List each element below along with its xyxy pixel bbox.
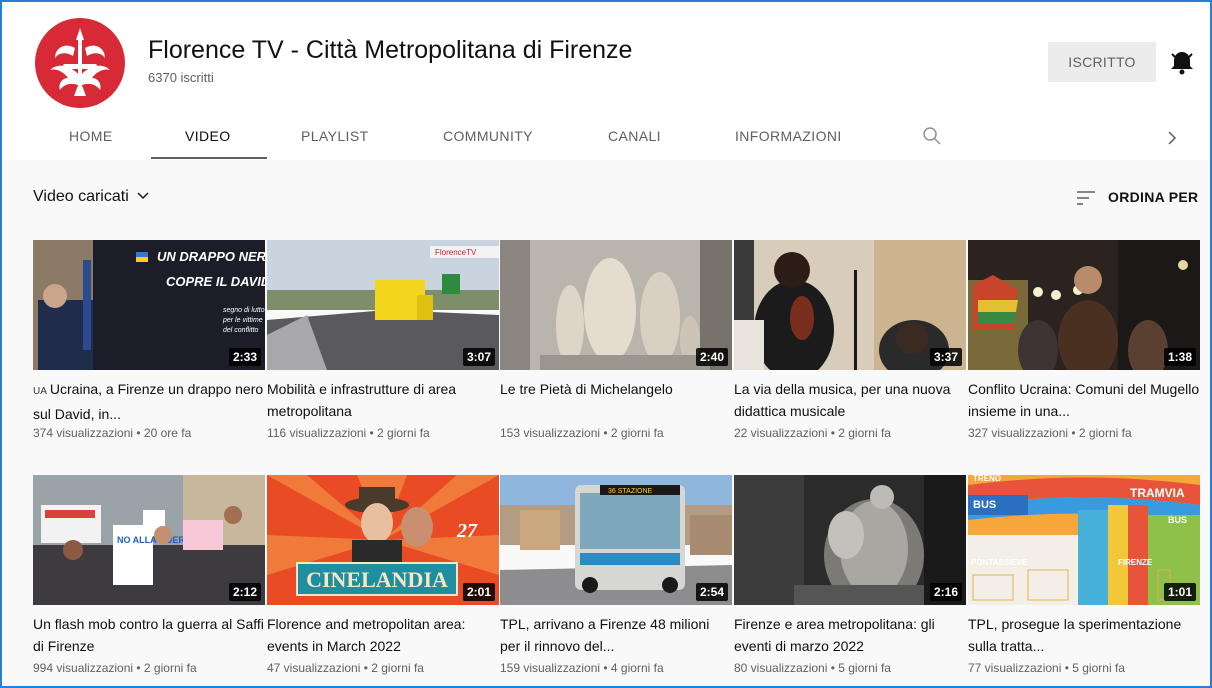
chevron-right-icon[interactable] bbox=[1164, 129, 1180, 147]
video-title[interactable]: Un flash mob contro la guerra al Saffi d… bbox=[33, 613, 265, 657]
thumb-text: COPRE IL DAVID bbox=[166, 274, 265, 289]
video-meta: 47 visualizzazioni • 2 giorni fa bbox=[267, 661, 424, 675]
video-title[interactable]: TPL, prosegue la sperimentazione sulla t… bbox=[968, 613, 1200, 657]
video-duration: 2:40 bbox=[695, 348, 728, 366]
thumb-text: PONTASSIEVE bbox=[971, 558, 1028, 567]
thumb-text: 36 STAZIONE bbox=[608, 488, 653, 495]
video-card[interactable]: UN DRAPPO NERO COPRE IL DAVID segno di l… bbox=[33, 240, 265, 440]
video-meta: 80 visualizzazioni • 5 giorni fa bbox=[734, 661, 891, 675]
tab-playlist[interactable]: PLAYLIST bbox=[301, 128, 369, 144]
tab-canali[interactable]: CANALI bbox=[608, 128, 661, 144]
active-tab-indicator bbox=[151, 157, 267, 159]
video-title[interactable]: Mobilità e infrastrutture di area metrop… bbox=[267, 378, 499, 422]
thumb-text: TRENO bbox=[973, 475, 1001, 483]
video-card[interactable]: CINELANDIA 27 2:01 Florence and metropol… bbox=[267, 475, 499, 675]
video-meta: 116 visualizzazioni • 2 giorni fa bbox=[267, 426, 430, 440]
thumb-text: CINELANDIA bbox=[306, 567, 448, 592]
video-duration: 2:16 bbox=[929, 583, 962, 601]
video-thumbnail[interactable]: 36 STAZIONE 2:54 bbox=[500, 475, 732, 605]
video-thumbnail[interactable]: 2:40 bbox=[500, 240, 732, 370]
tab-informazioni[interactable]: INFORMAZIONI bbox=[735, 128, 842, 144]
channel-title[interactable]: Florence TV - Città Metropolitana di Fir… bbox=[148, 36, 632, 65]
sort-icon bbox=[1077, 191, 1095, 205]
video-duration: 1:01 bbox=[1163, 583, 1196, 601]
video-title[interactable]: Conflito Ucraina: Comuni del Mugello ins… bbox=[968, 378, 1200, 422]
video-thumbnail[interactable]: TRENO BUS TRAMVIA BUS PONTASSIEVE FIRENZ… bbox=[968, 475, 1200, 605]
video-title[interactable]: Le tre Pietà di Michelangelo bbox=[500, 378, 732, 422]
video-meta: 994 visualizzazioni • 2 giorni fa bbox=[33, 661, 197, 675]
video-thumbnail[interactable]: 2:16 bbox=[734, 475, 966, 605]
video-card[interactable]: TRENO BUS TRAMVIA BUS PONTASSIEVE FIRENZ… bbox=[968, 475, 1200, 675]
video-thumbnail[interactable]: 1:38 bbox=[968, 240, 1200, 370]
search-icon[interactable] bbox=[922, 126, 942, 146]
thumb-text: FIRENZE bbox=[1118, 558, 1153, 567]
video-thumbnail[interactable]: NO ALLA GUERRA 2:12 bbox=[33, 475, 265, 605]
video-meta: 374 visualizzazioni • 20 ore fa bbox=[33, 426, 192, 440]
channel-avatar[interactable] bbox=[35, 18, 125, 108]
sort-label: ORDINA PER bbox=[1108, 189, 1199, 205]
video-thumbnail[interactable]: UN DRAPPO NERO COPRE IL DAVID segno di l… bbox=[33, 240, 265, 370]
video-title[interactable]: Florence and metropolitan area: events i… bbox=[267, 613, 499, 657]
video-title[interactable]: UA Ucraina, a Firenze un drappo nero sul … bbox=[33, 378, 265, 422]
chevron-down-icon bbox=[137, 192, 149, 199]
video-duration: 1:38 bbox=[1163, 348, 1196, 366]
video-title[interactable]: Firenze e area metropolitana: gli eventi… bbox=[734, 613, 966, 657]
video-thumbnail[interactable]: 3:37 bbox=[734, 240, 966, 370]
video-thumbnail[interactable]: FlorenceTV 3:07 bbox=[267, 240, 499, 370]
video-meta: 77 visualizzazioni • 5 giorni fa bbox=[968, 661, 1125, 675]
video-card[interactable]: FlorenceTV 3:07 Mobilità e infrastruttur… bbox=[267, 240, 499, 440]
thumb-text: segno di lutto bbox=[223, 307, 265, 314]
thumb-text: BUS bbox=[973, 499, 996, 511]
tab-home[interactable]: HOME bbox=[69, 128, 113, 144]
tab-video[interactable]: VIDEO bbox=[185, 128, 231, 144]
video-duration: 2:01 bbox=[462, 583, 495, 601]
thumb-logo-text: FlorenceTV bbox=[435, 248, 477, 257]
florence-lily-icon bbox=[50, 28, 110, 96]
video-title[interactable]: TPL, arrivano a Firenze 48 milioni per i… bbox=[500, 613, 732, 657]
uploaded-videos-dropdown[interactable]: Video caricati bbox=[33, 188, 150, 206]
video-title[interactable]: La via della musica, per una nuova didat… bbox=[734, 378, 966, 422]
subscribed-button[interactable]: ISCRITTO bbox=[1048, 42, 1156, 82]
notification-bell-icon[interactable] bbox=[1168, 48, 1196, 76]
video-card[interactable]: 36 STAZIONE 2:54 TPL, arrivano a Firenze… bbox=[500, 475, 732, 675]
video-card[interactable]: 2:40 Le tre Pietà di Michelangelo 153 vi… bbox=[500, 240, 732, 440]
video-meta: 22 visualizzazioni • 2 giorni fa bbox=[734, 426, 891, 440]
video-tag: UA bbox=[33, 386, 47, 397]
video-duration: 2:54 bbox=[695, 583, 728, 601]
video-duration: 3:37 bbox=[929, 348, 962, 366]
thumb-text: per le vittime bbox=[222, 317, 263, 324]
video-meta: 327 visualizzazioni • 2 giorni fa bbox=[968, 426, 1132, 440]
video-meta: 153 visualizzazioni • 2 giorni fa bbox=[500, 426, 664, 440]
thumb-text: del conflitto bbox=[223, 327, 259, 334]
video-card[interactable]: 3:37 La via della musica, per una nuova … bbox=[734, 240, 966, 440]
video-card[interactable]: 2:16 Firenze e area metropolitana: gli e… bbox=[734, 475, 966, 675]
video-meta: 159 visualizzazioni • 4 giorni fa bbox=[500, 661, 664, 675]
subscriber-count: 6370 iscritti bbox=[148, 70, 214, 85]
tab-community[interactable]: COMMUNITY bbox=[443, 128, 533, 144]
video-thumbnail[interactable]: CINELANDIA 27 2:01 bbox=[267, 475, 499, 605]
video-card[interactable]: 1:38 Conflito Ucraina: Comuni del Mugell… bbox=[968, 240, 1200, 440]
channel-header: Florence TV - Città Metropolitana di Fir… bbox=[2, 2, 1210, 160]
thumb-text: TRAMVIA bbox=[1130, 486, 1185, 500]
video-card[interactable]: NO ALLA GUERRA 2:12 Un flash mob contro … bbox=[33, 475, 265, 675]
thumb-text: UN DRAPPO NERO bbox=[157, 249, 265, 264]
channel-tabs: HOME VIDEO PLAYLIST COMMUNITY CANALI INF… bbox=[2, 116, 1210, 160]
video-duration: 2:12 bbox=[228, 583, 261, 601]
video-duration: 2:33 bbox=[228, 348, 261, 366]
filter-label: Video caricati bbox=[33, 188, 129, 205]
thumb-text: BUS bbox=[1168, 515, 1187, 525]
thumb-text: 27 bbox=[456, 520, 478, 542]
video-duration: 3:07 bbox=[462, 348, 495, 366]
